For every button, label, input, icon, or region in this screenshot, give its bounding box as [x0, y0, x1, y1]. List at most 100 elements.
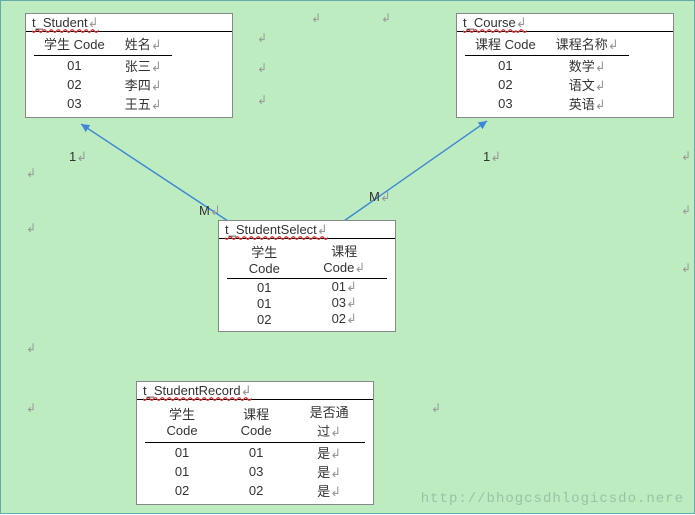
- column-header: 学生 Code: [34, 34, 115, 56]
- enter-mark: ↲: [88, 15, 99, 30]
- table-student-data: 学生 Code姓名↲ 01张三↲02李四↲03王五↲: [34, 34, 172, 113]
- table-header-row: 学生 Code课程 Code是否通过↲: [145, 402, 365, 443]
- table-title: t_StudentSelect↲: [219, 221, 395, 239]
- er-diagram-canvas: t_Student↲ 学生 Code姓名↲ 01张三↲02李四↲03王五↲ t_…: [0, 0, 695, 514]
- enter-mark: ↲: [346, 279, 357, 294]
- column-header: 课程名称↲: [546, 34, 629, 56]
- enter-mark: ↲: [330, 484, 341, 499]
- enter-mark: ↲: [26, 401, 36, 415]
- cardinality-label-1: 1↲: [483, 149, 501, 165]
- enter-mark: ↲: [26, 221, 36, 235]
- column-header: 学生 Code: [227, 241, 302, 279]
- enter-mark: ↲: [311, 11, 321, 25]
- enter-mark: ↲: [241, 383, 252, 398]
- table-cell: 01: [145, 462, 219, 481]
- enter-mark: ↲: [490, 149, 501, 164]
- table-row: 02李四↲: [34, 75, 172, 94]
- enter-mark: ↲: [681, 261, 691, 275]
- table-cell: 03↲: [302, 295, 387, 311]
- table-cell: 01: [227, 295, 302, 311]
- enter-mark: ↲: [354, 260, 365, 275]
- table-cell: 02: [219, 481, 293, 500]
- column-header: 学生 Code: [145, 402, 219, 443]
- table-header-row: 学生 Code课程 Code↲: [227, 241, 387, 279]
- table-student: t_Student↲ 学生 Code姓名↲ 01张三↲02李四↲03王五↲: [25, 13, 233, 118]
- table-row: 0101↲: [227, 279, 387, 296]
- enter-mark: ↲: [595, 97, 606, 112]
- table-row: 0202↲: [227, 311, 387, 327]
- table-student-select: t_StudentSelect↲ 学生 Code课程 Code↲ 0101↲01…: [218, 220, 396, 332]
- column-header: 课程 Code: [465, 34, 546, 56]
- enter-mark: ↲: [76, 149, 87, 164]
- enter-mark: ↲: [346, 295, 357, 310]
- table-title: t_StudentRecord↲: [137, 382, 373, 400]
- enter-mark: ↲: [330, 446, 341, 461]
- enter-mark: ↲: [26, 166, 36, 180]
- table-cell: 数学↲: [546, 56, 629, 76]
- enter-mark: ↲: [151, 78, 162, 93]
- enter-mark: ↲: [595, 59, 606, 74]
- table-title-text: t_StudentSelect: [225, 222, 317, 237]
- table-cell: 张三↲: [115, 56, 172, 76]
- table-student-record: t_StudentRecord↲ 学生 Code课程 Code是否通过↲ 010…: [136, 381, 374, 505]
- table-cell: 语文↲: [546, 75, 629, 94]
- table-cell: 李四↲: [115, 75, 172, 94]
- relation-arrow: [341, 121, 487, 223]
- cardinality-label-m: M↲: [199, 203, 221, 219]
- enter-mark: ↲: [431, 401, 441, 415]
- table-cell: 是↲: [293, 443, 365, 463]
- cardinality-label-1: 1↲: [69, 149, 87, 165]
- table-cell: 03: [465, 94, 546, 113]
- enter-mark: ↲: [346, 311, 357, 326]
- table-cell: 02: [145, 481, 219, 500]
- table-title-text: t_Course: [463, 15, 516, 30]
- table-cell: 王五↲: [115, 94, 172, 113]
- enter-mark: ↲: [317, 222, 328, 237]
- column-header: 课程 Code: [219, 402, 293, 443]
- enter-mark: ↲: [26, 341, 36, 355]
- enter-mark: ↲: [330, 424, 341, 439]
- table-header-row: 课程 Code课程名称↲: [465, 34, 629, 56]
- enter-mark: ↲: [595, 78, 606, 93]
- enter-mark: ↲: [681, 203, 691, 217]
- table-row: 01张三↲: [34, 56, 172, 76]
- table-student-record-data: 学生 Code课程 Code是否通过↲ 0101是↲0103是↲0202是↲: [145, 402, 365, 500]
- table-cell: 01: [465, 56, 546, 76]
- table-row: 03英语↲: [465, 94, 629, 113]
- table-student-select-data: 学生 Code课程 Code↲ 0101↲0103↲0202↲: [227, 241, 387, 327]
- table-header-row: 学生 Code姓名↲: [34, 34, 172, 56]
- table-cell: 02: [227, 311, 302, 327]
- enter-mark: ↲: [257, 31, 267, 45]
- enter-mark: ↲: [257, 93, 267, 107]
- enter-mark: ↲: [681, 149, 691, 163]
- enter-mark: ↲: [151, 37, 162, 52]
- column-header: 姓名↲: [115, 34, 172, 56]
- enter-mark: ↲: [608, 37, 619, 52]
- table-cell: 03: [219, 462, 293, 481]
- table-title: t_Student↲: [26, 14, 232, 32]
- table-row: 03王五↲: [34, 94, 172, 113]
- enter-mark: ↲: [151, 97, 162, 112]
- enter-mark: ↲: [381, 11, 391, 25]
- column-header: 课程 Code↲: [302, 241, 387, 279]
- table-row: 0103↲: [227, 295, 387, 311]
- enter-mark: ↲: [330, 465, 341, 480]
- enter-mark: ↲: [151, 59, 162, 74]
- enter-mark: ↲: [516, 15, 527, 30]
- table-cell: 01: [34, 56, 115, 76]
- enter-mark: ↲: [257, 61, 267, 75]
- table-row: 02语文↲: [465, 75, 629, 94]
- table-cell: 03: [34, 94, 115, 113]
- table-cell: 是↲: [293, 462, 365, 481]
- table-cell: 02↲: [302, 311, 387, 327]
- cardinality-label-m: M↲: [369, 189, 391, 205]
- watermark: http://bhogcsdhlogicsdo.nere: [421, 491, 684, 507]
- table-title-text: t_StudentRecord: [143, 383, 241, 398]
- table-course-data: 课程 Code课程名称↲ 01数学↲02语文↲03英语↲: [465, 34, 629, 113]
- table-cell: 02: [465, 75, 546, 94]
- table-cell: 英语↲: [546, 94, 629, 113]
- table-row: 01数学↲: [465, 56, 629, 76]
- table-cell: 01: [219, 443, 293, 463]
- table-row: 0103是↲: [145, 462, 365, 481]
- table-title-text: t_Student: [32, 15, 88, 30]
